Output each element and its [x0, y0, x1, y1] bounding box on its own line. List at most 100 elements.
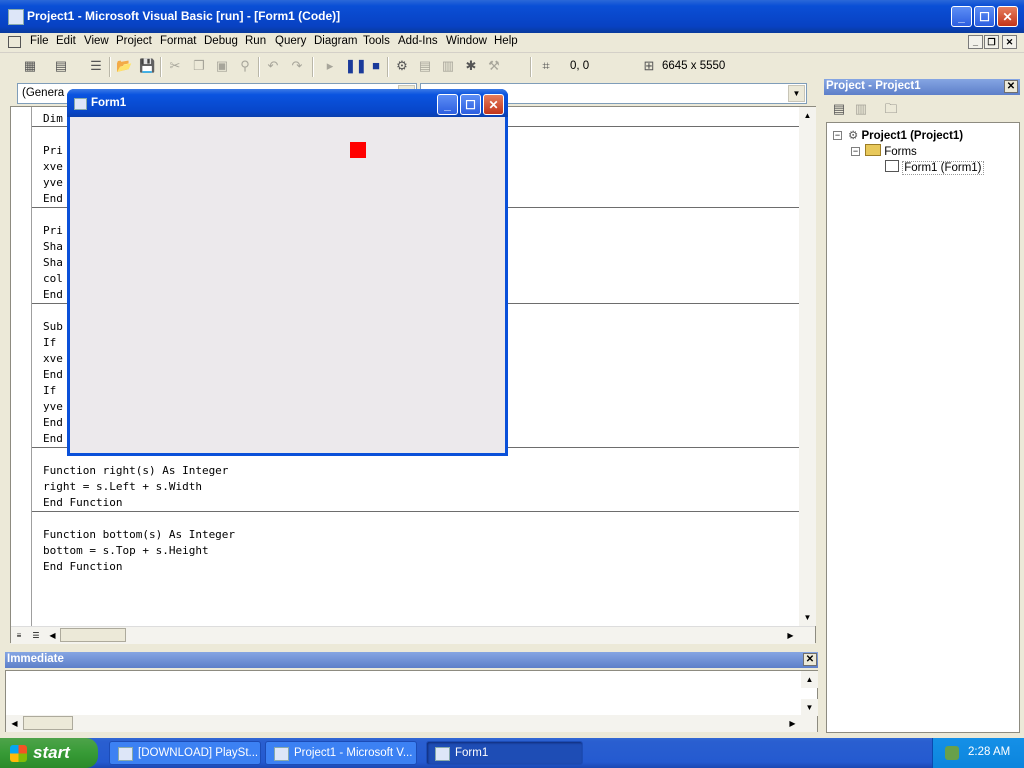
- menu-diagram[interactable]: Diagram: [314, 35, 357, 47]
- code-line[interactable]: End Function: [43, 559, 401, 575]
- full-module-view-icon[interactable]: ☰: [28, 627, 44, 644]
- code-line[interactable]: Function right(s) As Integer: [43, 463, 401, 479]
- menu-query[interactable]: Query: [275, 35, 306, 47]
- code-window-icon[interactable]: [8, 36, 21, 48]
- scroll-right-icon[interactable]: ▶: [784, 715, 801, 732]
- form1-window[interactable]: Form1 _ ☐ ✕: [67, 89, 508, 456]
- taskbar-item-label: Project1 - Microsoft V...: [294, 747, 413, 759]
- break-icon[interactable]: ❚❚: [345, 58, 367, 74]
- taskbar-item-project1[interactable]: Project1 - Microsoft V...: [265, 741, 417, 765]
- form1-title-bar[interactable]: Form1 _ ☐ ✕: [67, 89, 508, 117]
- minimize-button[interactable]: _: [951, 6, 972, 27]
- project-explorer-icon[interactable]: ⚙: [394, 58, 410, 74]
- add-project-icon[interactable]: ▦: [22, 58, 38, 74]
- scroll-down-icon[interactable]: ▼: [801, 699, 818, 716]
- menu-format[interactable]: Format: [160, 35, 196, 47]
- menu-add-ins[interactable]: Add-Ins: [398, 35, 438, 47]
- clock[interactable]: 2:28 AM: [968, 746, 1010, 758]
- form1-maximize-button[interactable]: ☐: [460, 94, 481, 115]
- maximize-button[interactable]: ☐: [974, 6, 995, 27]
- main-title-bar[interactable]: Project1 - Microsoft Visual Basic [run] …: [0, 0, 1024, 33]
- project-explorer-title-bar[interactable]: Project - Project1 ✕: [824, 79, 1020, 95]
- start-button[interactable]: start: [0, 738, 98, 768]
- form-icon: [885, 160, 899, 172]
- collapse-icon[interactable]: −: [833, 131, 842, 140]
- menu-window[interactable]: Window: [446, 35, 487, 47]
- taskbar-item-download[interactable]: [DOWNLOAD] PlaySt...: [109, 741, 261, 765]
- immediate-close-button[interactable]: ✕: [803, 653, 817, 666]
- undo-icon[interactable]: ↶: [265, 58, 281, 74]
- scroll-thumb[interactable]: [23, 716, 73, 730]
- redo-icon[interactable]: ↷: [289, 58, 305, 74]
- toolbox-icon[interactable]: ⚒: [486, 58, 502, 74]
- form-layout-icon[interactable]: ▥: [440, 58, 456, 74]
- view-object-icon[interactable]: ▥: [853, 101, 869, 117]
- save-icon[interactable]: 💾: [139, 58, 155, 74]
- form1-close-button[interactable]: ✕: [483, 94, 504, 115]
- form1-client-area[interactable]: [70, 117, 505, 453]
- tree-form1-node[interactable]: Form1 (Form1): [885, 160, 984, 175]
- vertical-scrollbar[interactable]: ▲ ▼: [799, 107, 816, 626]
- horizontal-scrollbar[interactable]: ≡ ☰ ◀ ▶: [11, 626, 815, 644]
- menu-file[interactable]: File: [30, 35, 49, 47]
- scroll-down-icon[interactable]: ▼: [799, 609, 816, 626]
- code-line[interactable]: bottom = s.Top + s.Height: [43, 543, 401, 559]
- code-line[interactable]: Function bottom(s) As Integer: [43, 527, 401, 543]
- end-icon[interactable]: ■: [368, 58, 384, 74]
- immediate-pane[interactable]: ▲ ▼ ◀ ▶: [5, 670, 818, 732]
- visual-basic-app-icon: [274, 747, 289, 761]
- taskbar-item-form1[interactable]: Form1: [426, 741, 583, 765]
- scroll-up-icon[interactable]: ▲: [801, 671, 818, 688]
- menu-project[interactable]: Project: [116, 35, 152, 47]
- immediate-horizontal-scrollbar[interactable]: ◀ ▶: [6, 715, 817, 732]
- network-icon[interactable]: [945, 746, 959, 760]
- open-icon[interactable]: 📂: [116, 58, 132, 74]
- procedure-view-icon[interactable]: ≡: [11, 627, 27, 644]
- size-icon: ⊞: [643, 58, 655, 73]
- menu-editor-icon[interactable]: ☰: [88, 58, 104, 74]
- system-tray: 2:28 AM: [932, 738, 1024, 768]
- code-margin[interactable]: [11, 107, 32, 626]
- menu-run[interactable]: Run: [245, 35, 266, 47]
- project-icon: ⚙: [848, 130, 859, 142]
- properties-icon[interactable]: ▤: [417, 58, 433, 74]
- object-browser-icon[interactable]: ✱: [463, 58, 479, 74]
- add-form-icon[interactable]: ▤: [53, 58, 69, 74]
- form-icon[interactable]: [74, 98, 87, 110]
- scroll-left-icon[interactable]: ◀: [6, 715, 23, 732]
- menu-edit[interactable]: Edit: [56, 35, 76, 47]
- find-icon[interactable]: ⚲: [237, 58, 253, 74]
- collapse-icon[interactable]: −: [851, 147, 860, 156]
- close-button[interactable]: ✕: [997, 6, 1018, 27]
- folder-icon: [865, 144, 881, 156]
- code-line[interactable]: End Function: [43, 495, 401, 511]
- menu-view[interactable]: View: [84, 35, 109, 47]
- form1-minimize-button[interactable]: _: [437, 94, 458, 115]
- menu-tools[interactable]: Tools: [363, 35, 390, 47]
- tree-forms-label: Forms: [884, 146, 917, 158]
- paste-icon[interactable]: ▣: [214, 58, 230, 74]
- visual-basic-app-icon[interactable]: [8, 9, 24, 25]
- tree-forms-folder[interactable]: Forms: [865, 144, 917, 158]
- menu-help[interactable]: Help: [494, 35, 518, 47]
- code-line[interactable]: right = s.Left + s.Width: [43, 479, 401, 495]
- cut-icon[interactable]: ✂: [167, 58, 183, 74]
- tree-project-node[interactable]: ⚙ Project1 (Project1): [848, 128, 963, 142]
- immediate-title-bar[interactable]: Immediate ✕: [5, 652, 818, 668]
- mdi-minimize-button[interactable]: _: [968, 35, 983, 49]
- menu-debug[interactable]: Debug: [204, 35, 238, 47]
- scroll-thumb[interactable]: [60, 628, 126, 642]
- start-icon[interactable]: ▸: [322, 58, 338, 74]
- view-code-icon[interactable]: ▤: [831, 101, 847, 117]
- scroll-up-icon[interactable]: ▲: [799, 107, 816, 124]
- scroll-left-icon[interactable]: ◀: [44, 627, 61, 644]
- project-explorer-close-button[interactable]: ✕: [1004, 80, 1018, 93]
- mdi-restore-button[interactable]: ❐: [984, 35, 999, 49]
- code-line[interactable]: [43, 511, 401, 527]
- project-tree[interactable]: − ⚙ Project1 (Project1) − Forms Form1 (F…: [826, 122, 1020, 733]
- chevron-down-icon[interactable]: ▼: [788, 85, 805, 102]
- toggle-folders-icon[interactable]: 🗀: [883, 101, 899, 117]
- mdi-close-button[interactable]: ✕: [1002, 35, 1017, 49]
- scroll-right-icon[interactable]: ▶: [782, 627, 799, 644]
- copy-icon[interactable]: ❐: [191, 58, 207, 74]
